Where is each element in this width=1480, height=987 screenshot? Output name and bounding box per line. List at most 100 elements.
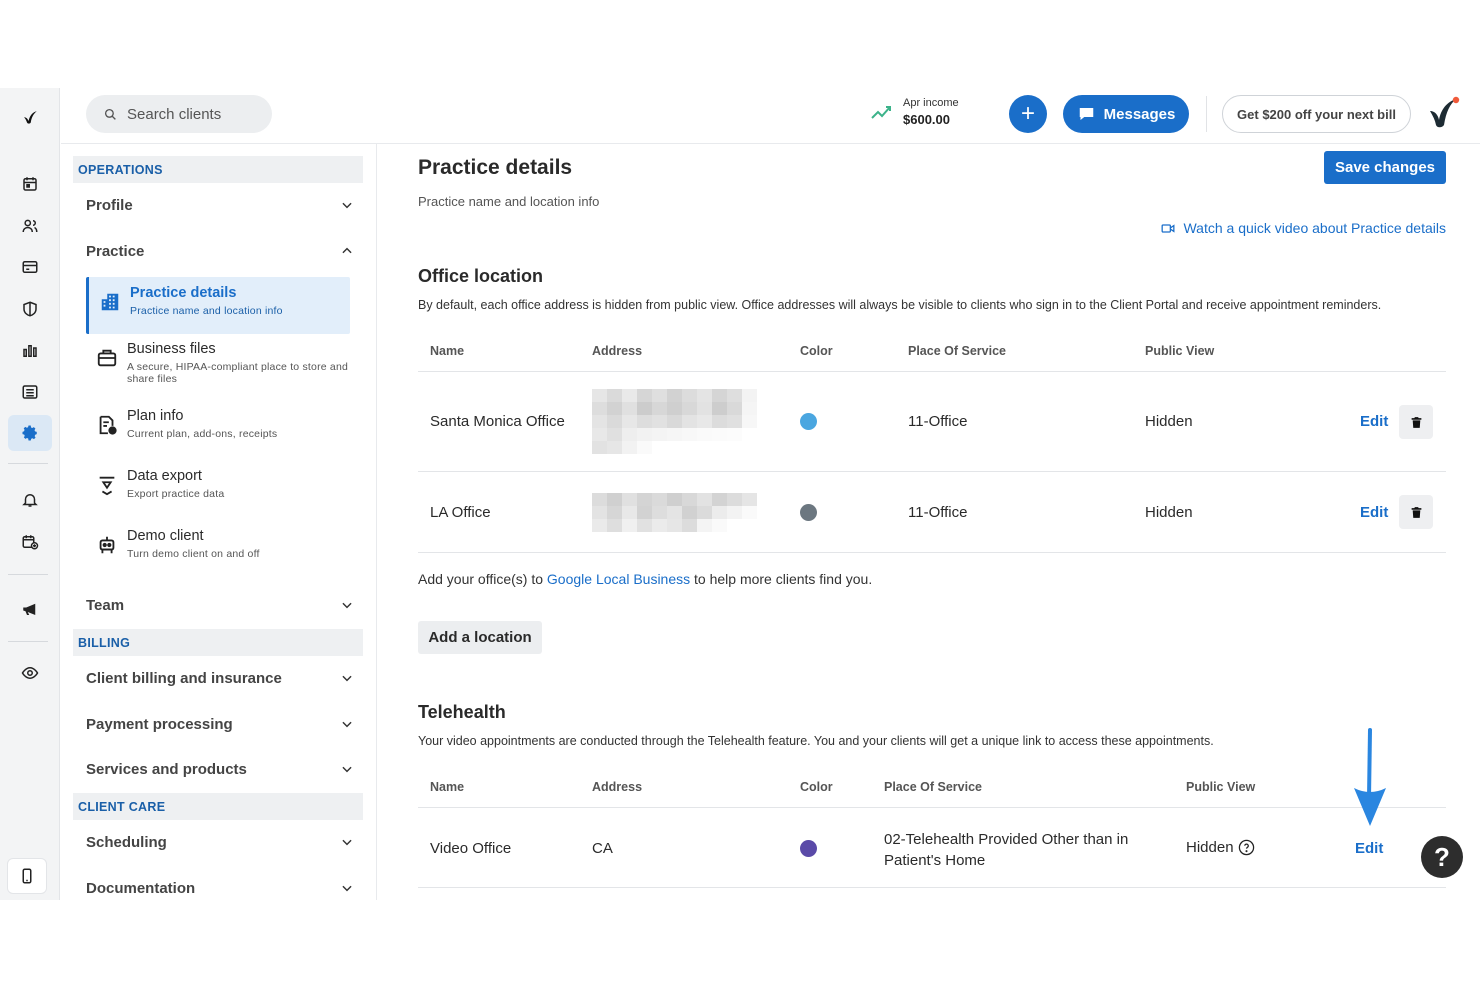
- search-input[interactable]: [127, 105, 257, 123]
- color-swatch: [800, 504, 817, 521]
- chat-icon: [1079, 108, 1093, 120]
- public-view: Hidden: [1186, 839, 1255, 856]
- trash-icon: [1411, 506, 1421, 518]
- col-color: Color: [800, 780, 833, 794]
- nav-plan-info[interactable]: Plan info Current plan, add-ons, receipt…: [86, 400, 350, 454]
- nav-demo-client[interactable]: Demo client Turn demo client on and off: [86, 520, 350, 574]
- add-location-button[interactable]: Add a location: [418, 621, 542, 654]
- shield-icon[interactable]: [8, 291, 52, 327]
- nav-practice-details[interactable]: Practice details Practice name and locat…: [86, 277, 350, 334]
- nav-data-export-title: Data export: [127, 468, 202, 484]
- help-button[interactable]: ?: [1421, 836, 1463, 878]
- search-icon: [104, 108, 116, 120]
- edit-office-link[interactable]: Edit: [1360, 413, 1388, 430]
- nav-client-billing-label: Client billing and insurance: [86, 669, 282, 687]
- nav-team[interactable]: Team: [86, 590, 354, 620]
- nav-demo-client-desc: Turn demo client on and off: [127, 548, 260, 560]
- nav-business-files[interactable]: Business files A secure, HIPAA-compliant…: [86, 333, 350, 393]
- building-icon: [101, 293, 119, 311]
- office-location-description: By default, each office address is hidde…: [418, 298, 1382, 312]
- place-of-service-line1: 02-Telehealth Provided Other than in: [884, 831, 1129, 848]
- settings-icon[interactable]: [8, 415, 52, 451]
- public-view: Hidden: [1145, 504, 1193, 521]
- table-row: Santa Monica Office 11-Office Hidden Edi…: [418, 372, 1446, 472]
- office-address: CA: [592, 840, 613, 857]
- clients-icon[interactable]: [8, 208, 52, 244]
- calendar-add-icon[interactable]: [8, 524, 52, 560]
- nav-practice[interactable]: Practice: [86, 236, 354, 266]
- rail-divider: [8, 574, 48, 575]
- save-changes-button[interactable]: Save changes: [1324, 151, 1446, 184]
- place-of-service-line2: Patient's Home: [884, 852, 986, 869]
- video-camera-icon: [1162, 223, 1175, 233]
- col-color: Color: [800, 344, 833, 358]
- delete-office-button[interactable]: [1399, 405, 1433, 439]
- col-address: Address: [592, 344, 643, 358]
- calendar-icon[interactable]: [8, 166, 52, 202]
- nav-plan-info-desc: Current plan, add-ons, receipts: [127, 428, 278, 440]
- nav-practice-label: Practice: [86, 242, 145, 260]
- edit-telehealth-link[interactable]: Edit: [1355, 840, 1383, 857]
- nav-profile[interactable]: Profile: [86, 190, 354, 220]
- nav-payment-processing[interactable]: Payment processing: [86, 709, 354, 739]
- main-content: Practice details Practice name and locat…: [378, 144, 1480, 900]
- col-name: Name: [430, 780, 465, 794]
- delete-office-button[interactable]: [1399, 495, 1433, 529]
- app-window: Apr income $600.00 + Messages Get $200 o…: [0, 88, 1480, 900]
- plan-document-icon: [99, 415, 117, 435]
- nav-practice-details-title: Practice details: [130, 285, 237, 301]
- nav-documentation[interactable]: Documentation: [86, 873, 354, 900]
- income-value: $600.00: [903, 112, 950, 127]
- google-local-suffix: to help more clients find you.: [690, 571, 873, 587]
- telehealth-description: Your video appointments are conducted th…: [418, 734, 1214, 748]
- promo-button[interactable]: Get $200 off your next bill: [1222, 95, 1411, 133]
- megaphone-icon[interactable]: [8, 591, 52, 627]
- video-link[interactable]: Watch a quick video about Practice detai…: [1161, 220, 1446, 236]
- messages-button[interactable]: Messages: [1063, 95, 1189, 133]
- mobile-icon[interactable]: [7, 858, 47, 894]
- page-title: Practice details: [418, 156, 573, 179]
- col-public-view: Public View: [1145, 344, 1215, 358]
- google-local-prefix: Add your office(s) to: [418, 571, 547, 587]
- nav-demo-client-title: Demo client: [127, 528, 204, 544]
- rail-divider: [8, 641, 48, 642]
- video-link-label: Watch a quick video about Practice detai…: [1183, 220, 1446, 236]
- nav-practice-details-desc: Practice name and location info: [130, 305, 283, 317]
- place-of-service: 11-Office: [908, 504, 968, 521]
- nav-data-export[interactable]: Data export Export practice data: [86, 460, 350, 514]
- topbar-divider: [1206, 96, 1207, 132]
- nav-business-files-desc: A secure, HIPAA-compliant place to store…: [127, 361, 349, 385]
- chevron-down-icon: [342, 202, 352, 209]
- color-swatch: [800, 413, 817, 430]
- list-icon[interactable]: [8, 374, 52, 410]
- section-billing: BILLING: [73, 629, 363, 656]
- edit-office-link[interactable]: Edit: [1360, 504, 1388, 521]
- income-widget[interactable]: Apr income $600.00: [871, 97, 959, 127]
- arrow-down-icon: [1354, 728, 1386, 826]
- export-icon: [99, 476, 115, 496]
- income-label: Apr income: [903, 97, 959, 109]
- reports-icon[interactable]: [8, 333, 52, 369]
- bell-icon[interactable]: [8, 482, 52, 518]
- add-button[interactable]: +: [1009, 95, 1047, 133]
- chevron-down-icon: [342, 766, 352, 773]
- nav-client-billing[interactable]: Client billing and insurance: [86, 663, 354, 693]
- settings-nav: OPERATIONS Profile Practice Practice det…: [61, 144, 377, 900]
- avatar[interactable]: [1426, 95, 1462, 131]
- page-subtitle: Practice name and location info: [418, 194, 600, 209]
- search-box[interactable]: [86, 95, 272, 133]
- chevron-down-icon: [342, 721, 352, 728]
- col-name: Name: [430, 344, 465, 358]
- nav-services-products[interactable]: Services and products: [86, 754, 354, 784]
- nav-plan-info-title: Plan info: [127, 408, 184, 424]
- eye-icon[interactable]: [8, 655, 52, 691]
- messages-label: Messages: [1103, 105, 1176, 123]
- question-circle-icon[interactable]: [1238, 839, 1255, 856]
- billing-card-icon[interactable]: [8, 249, 52, 285]
- col-place-of-service: Place Of Service: [908, 344, 1006, 358]
- nav-scheduling[interactable]: Scheduling: [86, 827, 354, 857]
- google-local-link[interactable]: Google Local Business: [547, 571, 690, 587]
- office-name: Video Office: [430, 840, 512, 857]
- briefcase-icon: [97, 349, 117, 367]
- logo-icon[interactable]: [8, 100, 52, 136]
